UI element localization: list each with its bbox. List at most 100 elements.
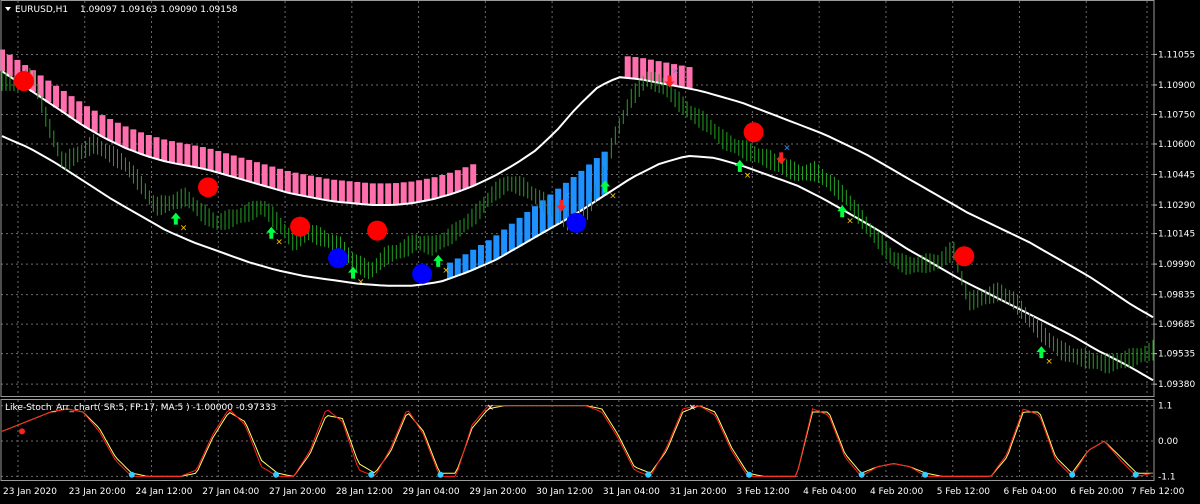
upper-cloud-bar — [331, 179, 338, 202]
lower-cloud-bar — [547, 194, 554, 229]
upper-cloud-bar — [323, 178, 330, 201]
indicator-label: Like-Stoch_Arr_chart( SR:5, FP:17, MA:5 … — [5, 403, 276, 413]
upper-cloud-bar — [83, 106, 90, 128]
x-tick-label: 6 Feb 04:00 — [1003, 487, 1057, 497]
buy-x-mark-icon: × — [442, 266, 450, 276]
lower-cloud-bar — [454, 258, 461, 276]
osc-bottom-dot — [368, 471, 375, 478]
y-tick-label: 1.09380 — [1158, 380, 1195, 390]
upper-cloud-bar — [230, 155, 237, 178]
sell-signal-dot — [954, 246, 975, 267]
lower-cloud-bar — [516, 217, 523, 247]
upper-cloud-bar — [454, 170, 461, 192]
upper-cloud-bar — [338, 180, 345, 203]
upper-cloud-bar — [284, 171, 291, 193]
y-tick-label: 1.10900 — [1158, 81, 1195, 91]
sub-y-tick-label: 1.1 — [1158, 402, 1172, 412]
upper-cloud-bar — [392, 183, 399, 205]
x-tick-label: 27 Jan 20:00 — [269, 487, 326, 497]
osc-bottom-dot — [645, 471, 652, 478]
y-tick-label: 1.11055 — [1158, 50, 1195, 60]
upper-cloud-bar — [632, 57, 639, 79]
upper-cloud-bar — [369, 183, 376, 206]
upper-cloud-bar — [416, 180, 423, 202]
buy-x-mark-icon: × — [609, 191, 617, 201]
upper-cloud-bar — [253, 162, 260, 184]
sell-signal-dot — [367, 220, 388, 241]
y-tick-label: 1.09990 — [1158, 260, 1195, 270]
sell-signal-dot — [13, 71, 34, 92]
upper-cloud-bar — [107, 119, 114, 141]
buy-x-mark-icon: × — [275, 238, 283, 248]
upper-cloud-bar — [300, 174, 307, 196]
upper-cloud-bar — [385, 183, 392, 206]
osc-bottom-dot — [273, 471, 280, 478]
osc-bottom-dot — [128, 471, 135, 478]
y-tick-label: 1.09535 — [1158, 350, 1195, 360]
y-tick-label: 1.09685 — [1158, 320, 1195, 330]
x-tick-label: 3 Feb 12:00 — [736, 487, 790, 497]
upper-cloud-bar — [439, 174, 446, 197]
buy-x-mark-icon: × — [846, 216, 854, 226]
lower-cloud-bar — [570, 176, 577, 216]
lower-cloud-bar — [524, 212, 531, 242]
osc-bottom-dot — [746, 471, 753, 478]
upper-cloud-bar — [346, 181, 353, 203]
x-tick-label: 29 Jan 04:00 — [403, 487, 460, 497]
osc-top-x-mark: × — [487, 403, 495, 413]
x-tick-label: 4 Feb 20:00 — [870, 487, 924, 497]
chart-canvas[interactable]: ××××××××××× × × 1.110551.109001.107501.10… — [0, 0, 1200, 500]
upper-cloud-bar — [91, 110, 98, 133]
osc-top-x-mark: × — [688, 403, 696, 413]
oscillator-start-dot — [19, 428, 25, 435]
y-tick-label: 1.10145 — [1158, 230, 1195, 240]
upper-cloud-bar — [447, 172, 454, 195]
upper-cloud-bar — [246, 159, 253, 182]
upper-cloud-bar — [686, 67, 693, 89]
upper-cloud-bar — [145, 135, 152, 157]
ohlc-label: 1.09097 1.09163 1.09090 1.09158 — [80, 5, 238, 15]
upper-cloud-bar — [168, 141, 175, 163]
buy-x-mark-icon: × — [180, 224, 188, 234]
buy-x-mark-icon: × — [1045, 357, 1053, 367]
upper-cloud-bar — [315, 177, 322, 199]
osc-bottom-dot — [858, 471, 865, 478]
upper-cloud-bar — [655, 61, 662, 83]
sell-x-mark-icon: × — [563, 191, 571, 201]
x-tick-label: 23 Jan 20:00 — [69, 487, 126, 497]
lower-cloud-bar — [501, 229, 508, 256]
osc-bottom-dot — [1069, 471, 1076, 478]
osc-bottom-dot — [437, 471, 444, 478]
upper-cloud-bar — [176, 142, 183, 165]
upper-cloud-bar — [431, 177, 438, 199]
upper-cloud-bar — [6, 54, 13, 77]
lower-cloud-bar — [578, 170, 585, 211]
osc-bottom-dot — [922, 471, 929, 478]
sell-x-mark-icon: × — [672, 67, 680, 77]
sell-signal-dot — [198, 177, 219, 198]
buy-x-mark-icon: × — [744, 171, 752, 181]
upper-cloud-bar — [307, 175, 314, 198]
sub-y-tick-label: -1.1 — [1158, 472, 1176, 482]
upper-cloud-bar — [269, 166, 276, 189]
upper-cloud-bar — [678, 65, 685, 88]
upper-cloud-bar — [161, 139, 168, 162]
upper-cloud-bar — [68, 96, 75, 118]
x-tick-label: 31 Jan 04:00 — [603, 487, 660, 497]
x-tick-label: 24 Jan 12:00 — [136, 487, 193, 497]
upper-cloud-bar — [238, 157, 245, 180]
x-tick-label: 23 Jan 2020 — [3, 487, 57, 497]
lower-cloud-bar — [477, 244, 484, 267]
upper-cloud-bar — [215, 151, 222, 173]
y-tick-label: 1.10750 — [1158, 110, 1195, 120]
trading-chart[interactable]: × × × × × × × × × × × × × 1.11055 1.10900 1.10750 1.10… — [0, 0, 1200, 500]
upper-cloud-bar — [362, 182, 369, 205]
x-tick-label: 5 Feb 12:00 — [937, 487, 991, 497]
upper-cloud-bar — [76, 101, 83, 123]
buy-signal-dot — [328, 248, 349, 269]
lower-cloud-bar — [462, 254, 469, 273]
upper-cloud-bar — [462, 167, 469, 189]
upper-cloud-bar — [207, 148, 214, 171]
x-tick-label: 28 Jan 12:00 — [336, 487, 393, 497]
upper-cloud-bar — [53, 85, 60, 108]
